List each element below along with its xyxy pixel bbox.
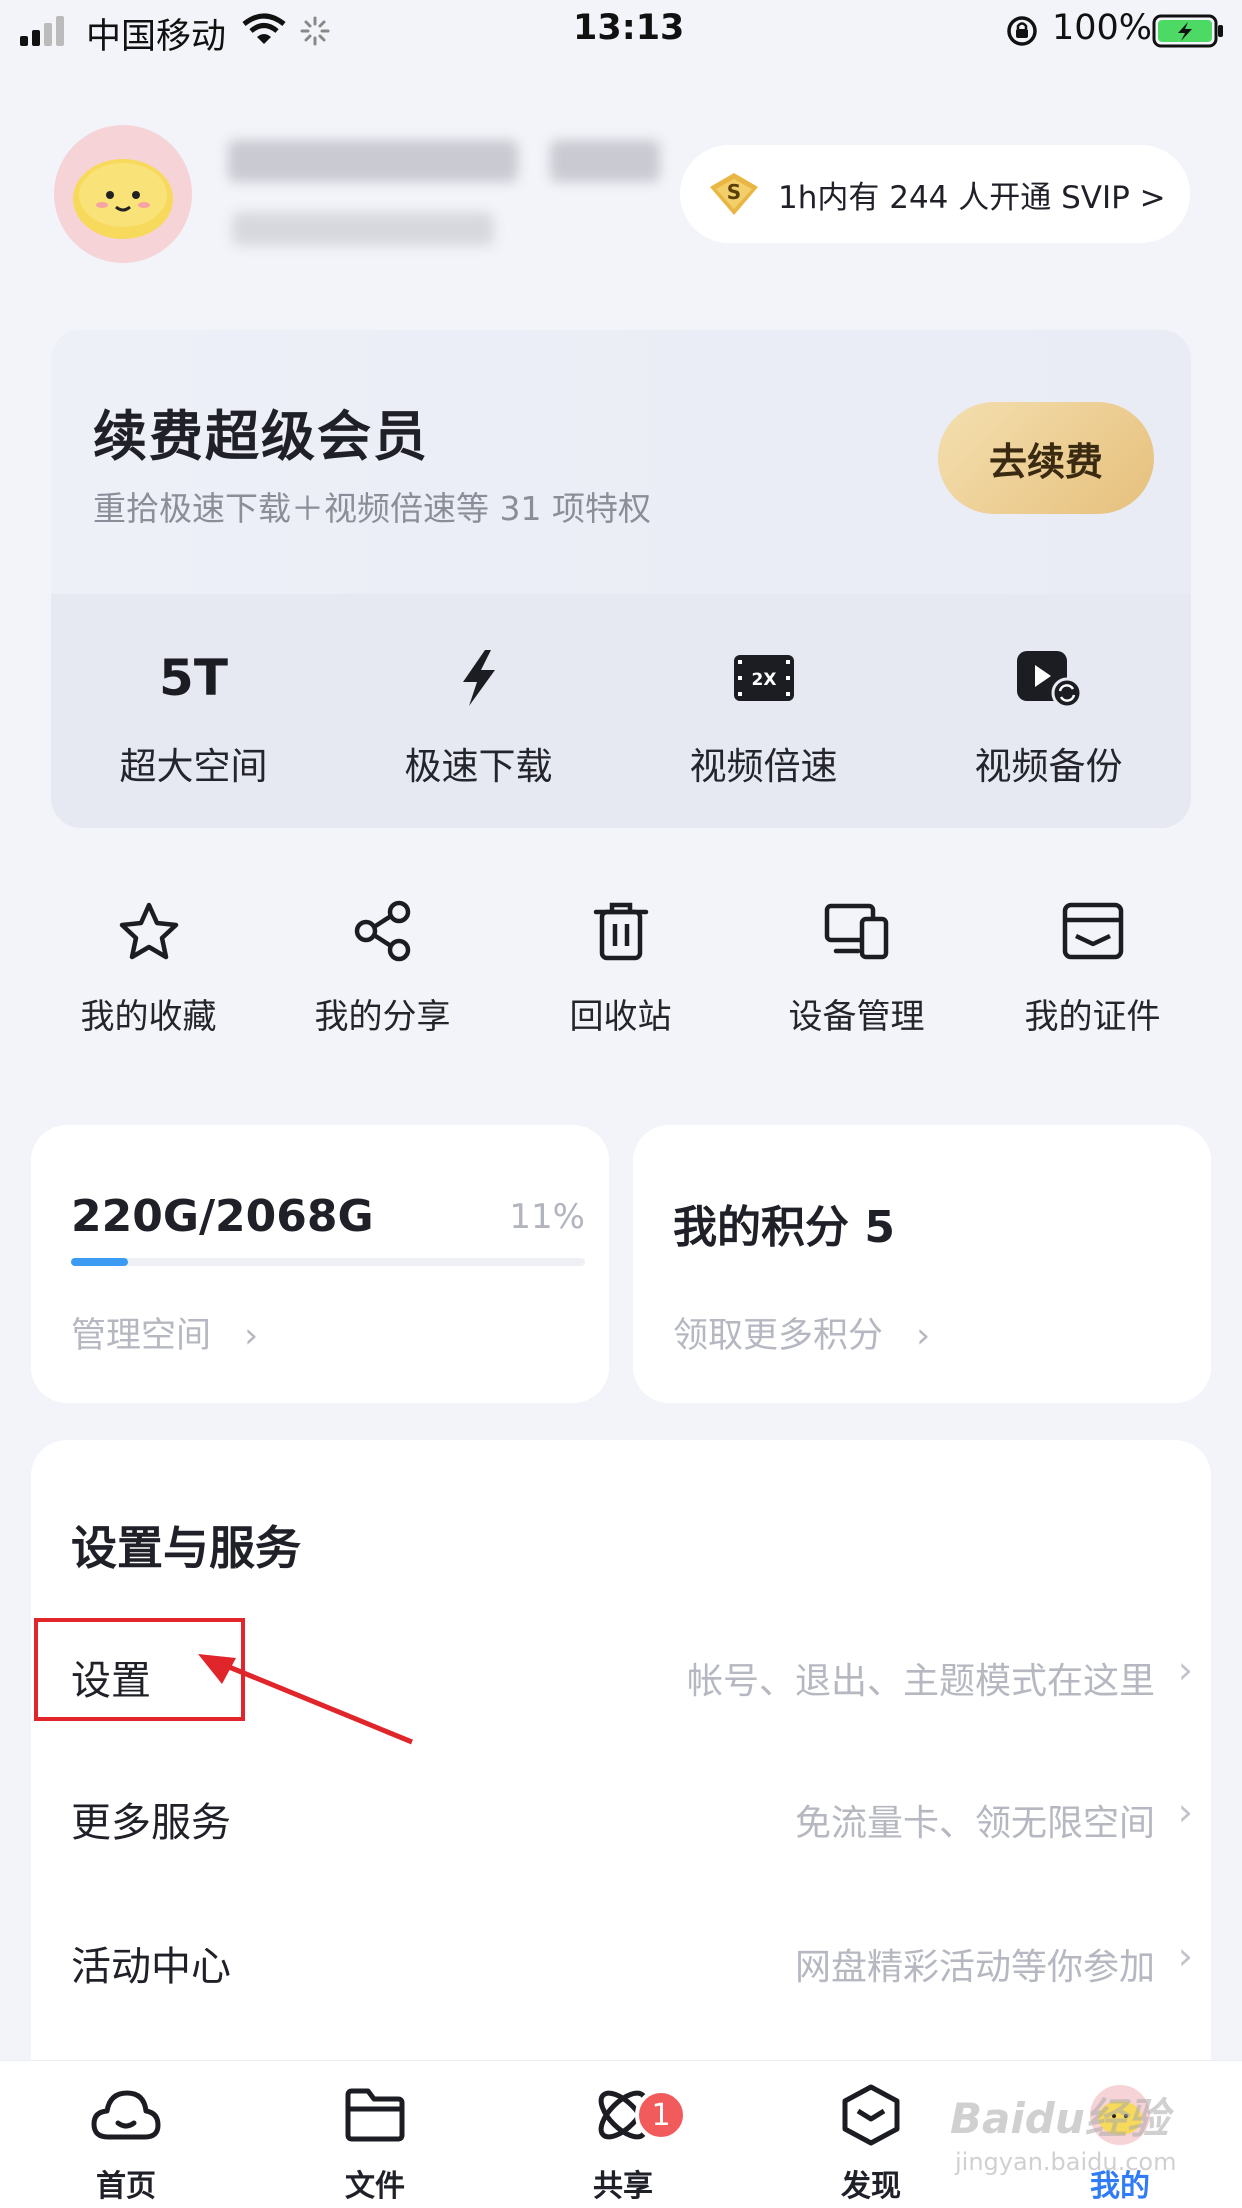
- perk-label: 视频备份: [974, 745, 1123, 788]
- tab-files[interactable]: 文件: [305, 2079, 445, 2205]
- chevron-right-icon: ›: [916, 1316, 931, 1356]
- manage-space-link[interactable]: 管理空间 ›: [71, 1307, 258, 1358]
- user-tag-blurred: [550, 140, 660, 182]
- shortcut-recycle-bin[interactable]: 回收站: [502, 895, 739, 1038]
- svip-diamond-icon: S: [710, 173, 758, 215]
- chevron-right-icon: ›: [1177, 1790, 1193, 1834]
- user-avatar[interactable]: [54, 125, 192, 263]
- perk-fast-download[interactable]: 极速下载: [336, 640, 621, 790]
- devices-icon: [824, 903, 888, 960]
- notification-badge: 1: [635, 2089, 687, 2141]
- points-title: 我的积分 5: [673, 1202, 895, 1253]
- loading-icon: [300, 16, 330, 46]
- wifi-icon: [242, 13, 286, 44]
- cloud-icon: [91, 2090, 161, 2140]
- renew-title: 续费超级会员: [93, 405, 429, 468]
- folder-icon: [345, 2088, 405, 2142]
- username-blurred: [228, 140, 518, 182]
- section-title: 设置与服务: [71, 1521, 301, 1575]
- tab-share[interactable]: 1 共享: [553, 2079, 693, 2205]
- svg-text:S: S: [727, 180, 741, 204]
- row-label: 更多服务: [71, 1800, 231, 1846]
- chevron-right-icon: ›: [244, 1316, 259, 1356]
- storage-progress-fill: [71, 1258, 128, 1266]
- row-hint: 网盘精彩活动等你参加: [794, 1947, 1155, 1988]
- status-bar: 中国移动 13:13 100%: [0, 0, 1242, 62]
- tab-label: 文件: [345, 2169, 405, 2204]
- row-hint: 帐号、退出、主题模式在这里: [686, 1661, 1155, 1702]
- storage-percent: 11%: [509, 1197, 585, 1237]
- battery-percent: 100%: [1052, 8, 1153, 48]
- perk-label: 视频倍速: [689, 745, 838, 788]
- annotation-arrow-icon: [198, 1654, 413, 1745]
- shortcut-label: 我的收藏: [80, 997, 217, 1037]
- trash-icon: [593, 902, 648, 961]
- tab-label: 首页: [96, 2169, 156, 2204]
- storage-usage: 220G/2068G: [71, 1191, 374, 1242]
- shortcut-favorites[interactable]: 我的收藏: [30, 895, 267, 1038]
- battery-icon: [1152, 14, 1223, 48]
- shortcut-label: 设备管理: [788, 997, 925, 1037]
- get-more-points-link[interactable]: 领取更多积分 ›: [673, 1307, 930, 1358]
- carrier-label: 中国移动: [86, 17, 227, 57]
- signal-icon: [20, 16, 64, 46]
- row-hint: 免流量卡、领无限空间: [794, 1803, 1155, 1844]
- perk-label: 极速下载: [404, 745, 553, 788]
- shortcut-shares[interactable]: 我的分享: [264, 895, 501, 1038]
- renew-subtitle: 重拾极速下载＋视频倍速等 31 项特权: [93, 489, 651, 528]
- watermark-url: jingyan.baidu.com: [955, 2148, 1177, 2176]
- star-icon: [119, 902, 178, 960]
- tab-label: 共享: [593, 2169, 653, 2204]
- perk-video-speed[interactable]: 2X 视频倍速: [621, 640, 906, 790]
- clock: 13:13: [573, 8, 685, 48]
- share-icon: [354, 900, 410, 962]
- settings-services-card: 设置与服务 设置 帐号、退出、主题模式在这里 › 更多服务 免流量卡、领无限空间…: [31, 1440, 1211, 2060]
- perk-label: 超大空间: [119, 745, 268, 788]
- svip-banner[interactable]: S 1h内有 244 人开通 SVIP >: [680, 145, 1190, 243]
- shortcut-label: 我的分享: [314, 997, 451, 1037]
- user-info-blurred: [232, 212, 494, 246]
- tab-label: 发现: [841, 2169, 901, 2204]
- tab-home[interactable]: 首页: [56, 2079, 196, 2205]
- cube-icon: [842, 2084, 900, 2146]
- watermark-logo: Baidu经验: [950, 2094, 1169, 2143]
- shortcut-devices[interactable]: 设备管理: [738, 895, 975, 1038]
- points-card[interactable]: 我的积分 5 领取更多积分 ›: [633, 1125, 1211, 1403]
- tab-discover[interactable]: 发现: [801, 2079, 941, 2205]
- row-label: 活动中心: [71, 1944, 231, 1990]
- perk-storage[interactable]: 5T 超大空间: [51, 640, 336, 790]
- shortcut-label: 我的证件: [1024, 997, 1161, 1037]
- renew-button[interactable]: 去续费: [938, 402, 1154, 514]
- storage-card[interactable]: 220G/2068G 11% 管理空间 ›: [31, 1125, 609, 1403]
- video-backup-icon: [1016, 651, 1082, 709]
- shortcut-label: 回收站: [569, 997, 672, 1037]
- storage-5t-icon: 5T: [159, 649, 228, 707]
- chevron-right-icon: ›: [1177, 1934, 1193, 1978]
- shortcut-id-cards[interactable]: 我的证件: [974, 895, 1211, 1038]
- svip-banner-text: 1h内有 244 人开通 SVIP >: [778, 179, 1166, 216]
- lemon-avatar-icon: [73, 159, 173, 239]
- storage-progress-bar: [71, 1258, 585, 1266]
- video-speed-2x-icon: 2X: [733, 655, 794, 701]
- rotation-lock-icon: [1007, 16, 1037, 46]
- perk-video-backup[interactable]: 视频备份: [906, 640, 1191, 790]
- id-card-icon: [1062, 902, 1123, 960]
- svg-text:2X: 2X: [751, 670, 776, 690]
- chevron-right-icon: ›: [1177, 1648, 1193, 1692]
- renew-vip-card: 续费超级会员 重拾极速下载＋视频倍速等 31 项特权 去续费 5T 超大空间 极…: [51, 330, 1191, 828]
- lightning-icon: [462, 650, 495, 706]
